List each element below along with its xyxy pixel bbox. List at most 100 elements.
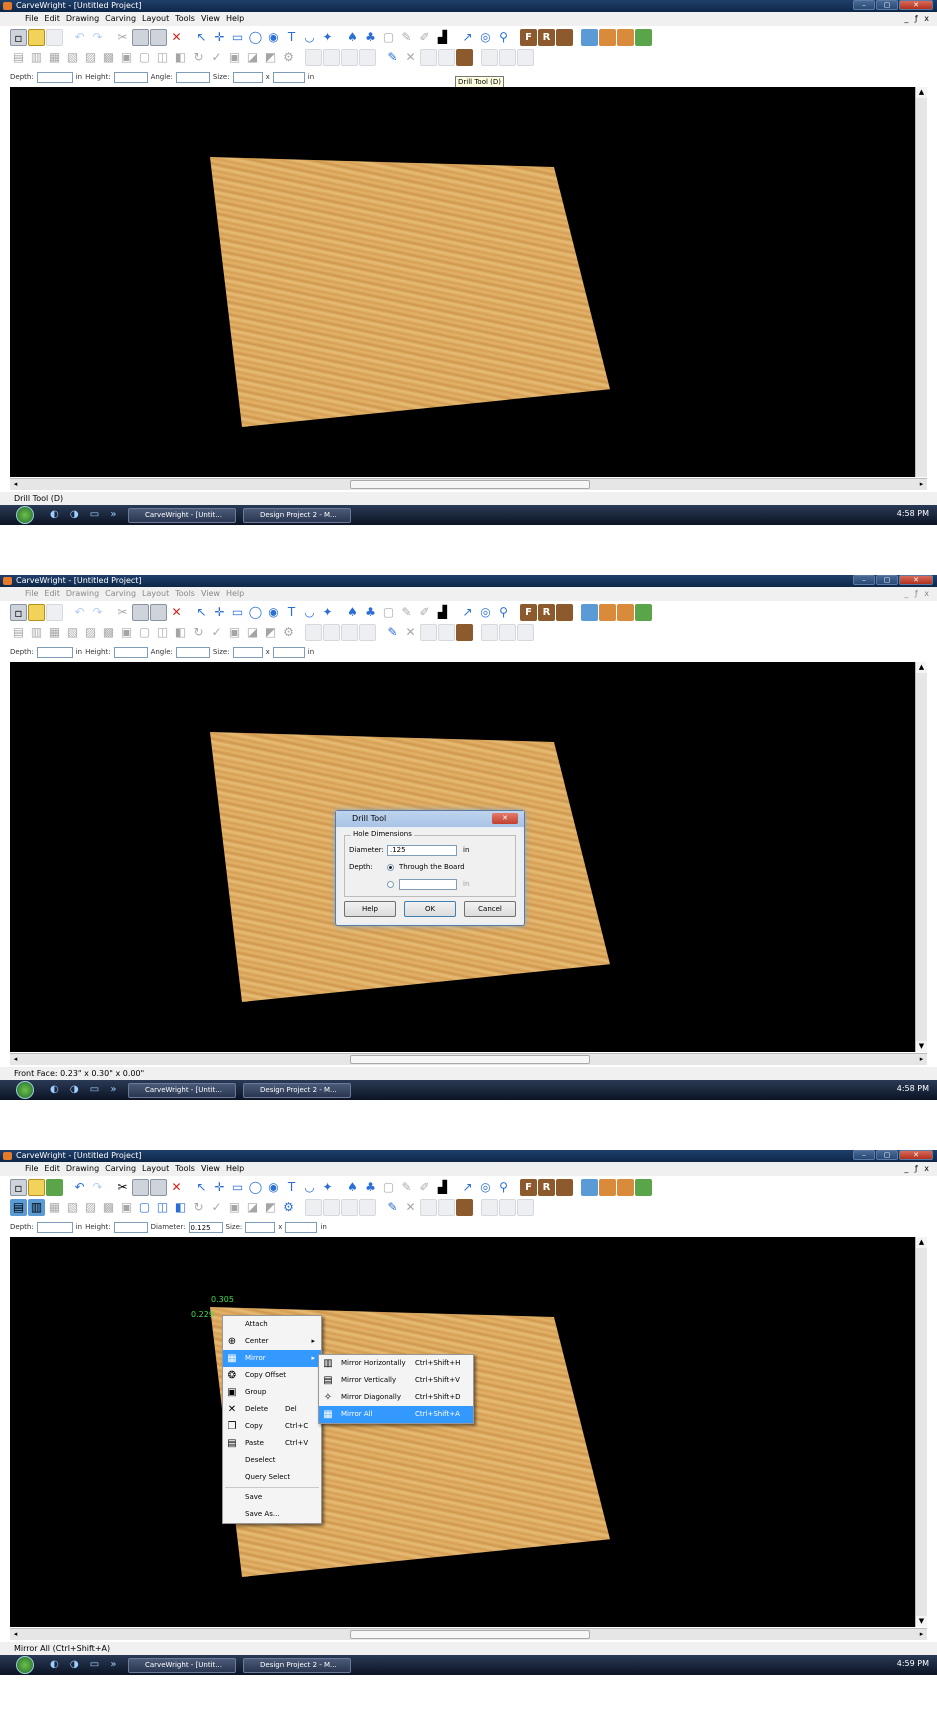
menu-item-delete[interactable]: ✕ Delete Del (223, 1401, 321, 1418)
rotate-icon[interactable]: ↻ (190, 49, 207, 66)
align-center-icon[interactable]: ▦ (46, 624, 63, 641)
copy-icon[interactable] (132, 1178, 149, 1196)
crosshair-icon[interactable]: ✛ (211, 1179, 228, 1196)
diameter-input[interactable]: 0.125 (188, 1221, 223, 1233)
line-icon[interactable]: ▢ (380, 604, 397, 621)
zoom-icon[interactable]: ◎ (477, 604, 494, 621)
circle-icon[interactable]: ◯ (247, 1179, 264, 1196)
menu-item-mirror[interactable]: ▦ Mirror ▸ (223, 1350, 321, 1367)
bit-icon-3[interactable] (456, 623, 473, 641)
pocket-icon[interactable]: ▣ (226, 624, 243, 641)
menu-file[interactable]: File (22, 587, 41, 601)
carve-icon-2[interactable] (323, 623, 340, 641)
relief-icon[interactable]: ◪ (244, 624, 261, 641)
size-width-input[interactable] (245, 1221, 276, 1233)
size-height-input[interactable] (272, 646, 305, 658)
photo-icon[interactable] (635, 603, 652, 621)
task-carvewright[interactable]: CarveWright - [Untit... (128, 1083, 236, 1098)
rotate-icon[interactable]: ↻ (190, 624, 207, 641)
open-icon[interactable] (28, 1178, 45, 1196)
carve-icon-2[interactable] (323, 48, 340, 66)
curve-icon[interactable]: ◉ (265, 1179, 282, 1196)
route-icon-3[interactable] (517, 623, 534, 641)
mdi-controls[interactable]: _ ƒ x (904, 1162, 931, 1176)
custom-depth-radio[interactable] (387, 881, 394, 888)
align-bottom-icon[interactable]: ▩ (100, 49, 117, 66)
project-icon[interactable]: ◩ (262, 49, 279, 66)
scroll-down-arrow[interactable]: ▼ (916, 1616, 927, 1627)
mirror-icon[interactable]: ◧ (172, 49, 189, 66)
project-icon[interactable]: ◩ (262, 1199, 279, 1216)
relief-icon[interactable]: ◪ (244, 1199, 261, 1216)
restore-button[interactable]: ▢ (876, 0, 898, 10)
scroll-down-arrow[interactable]: ▼ (916, 1041, 927, 1052)
quick-launch[interactable]: ◐ ◑ ▭ » (50, 1659, 121, 1670)
delete-icon[interactable]: ✕ (168, 604, 185, 621)
menu-item-deselect[interactable]: Deselect (223, 1452, 321, 1469)
search-icon[interactable]: ⚲ (495, 29, 512, 46)
undo-icon[interactable]: ↶ (71, 604, 88, 621)
menu-help[interactable]: Help (223, 587, 247, 601)
minimize-button[interactable]: – (853, 0, 875, 10)
ok-button[interactable]: OK (404, 901, 456, 917)
cut-line-icon[interactable]: ✕ (402, 49, 419, 66)
copy-icon[interactable] (132, 28, 149, 46)
task-design-project[interactable]: Design Project 2 - M... (243, 1083, 351, 1098)
menu-carving[interactable]: Carving (102, 1162, 139, 1176)
depth-input[interactable] (36, 646, 73, 658)
align-top-icon[interactable]: ▨ (82, 1199, 99, 1216)
texture-icon[interactable] (581, 28, 598, 46)
carve-icon-3[interactable] (341, 48, 358, 66)
save-icon[interactable] (46, 1178, 63, 1196)
project-icon[interactable]: ◩ (262, 624, 279, 641)
tiles-icon[interactable] (617, 28, 634, 46)
3d-viewport[interactable]: 0.305 0.229 Attach ⊕ Center ▸ ▦ Mirror ▸ ❂ Copy … (10, 1237, 927, 1627)
crosshair-icon[interactable]: ✛ (211, 604, 228, 621)
arrow-icon[interactable]: ↗ (459, 1179, 476, 1196)
search-icon[interactable]: ⚲ (495, 604, 512, 621)
patterns-icon[interactable]: ♠ (344, 29, 361, 46)
distribute-icon[interactable]: ▣ (118, 1199, 135, 1216)
texture-icon[interactable] (581, 1178, 598, 1196)
menu-tools[interactable]: Tools (172, 1162, 198, 1176)
scroll-left-arrow[interactable]: ◂ (10, 479, 21, 490)
rear-face-icon[interactable]: R (538, 1178, 555, 1196)
carve-icon-2[interactable] (323, 1198, 340, 1216)
align-top-icon[interactable]: ▨ (82, 624, 99, 641)
mirror-icon[interactable]: ◧ (172, 624, 189, 641)
height-input[interactable] (113, 646, 148, 658)
menu-tools[interactable]: Tools (172, 12, 198, 26)
task-design-project[interactable]: Design Project 2 - M... (243, 1658, 351, 1673)
text-icon[interactable]: T (283, 604, 300, 621)
menu-item-copy-offset[interactable]: ❂ Copy Offset (223, 1367, 321, 1384)
level-icon[interactable]: ▟ (434, 1179, 451, 1196)
carve-icon-1[interactable] (305, 48, 322, 66)
menu-edit[interactable]: Edit (41, 12, 63, 26)
menu-drawing[interactable]: Drawing (63, 12, 102, 26)
menu-carving[interactable]: Carving (102, 12, 139, 26)
route-icon-1[interactable] (481, 623, 498, 641)
menu-layout[interactable]: Layout (139, 1162, 172, 1176)
carve-icon-1[interactable] (305, 1198, 322, 1216)
pin-icon[interactable]: ✓ (208, 624, 225, 641)
bit-icon-3[interactable] (456, 1198, 473, 1216)
vertical-scrollbar[interactable]: ▲ (915, 87, 927, 477)
bit-icon-1[interactable] (420, 1198, 437, 1216)
align-left-icon[interactable]: ▥ (28, 1198, 45, 1216)
mdi-controls[interactable]: _ ƒ x (904, 12, 931, 26)
distribute-icon[interactable]: ▣ (118, 624, 135, 641)
size-width-input[interactable] (232, 71, 263, 83)
scroll-left-arrow[interactable]: ◂ (10, 1629, 21, 1640)
pick-icon[interactable]: ✦ (319, 1179, 336, 1196)
menu-item-mirror-all[interactable]: ▦ Mirror All Ctrl+Shift+A (319, 1406, 473, 1423)
mirror-icon[interactable]: ◧ (172, 1199, 189, 1216)
layers-icon[interactable]: ♣ (362, 1179, 379, 1196)
menu-view[interactable]: View (198, 587, 223, 601)
minimize-button[interactable]: – (853, 1150, 875, 1160)
zoom-icon[interactable]: ◎ (477, 1179, 494, 1196)
menu-item-mirror-vertically[interactable]: ▤ Mirror Vertically Ctrl+Shift+V (319, 1372, 473, 1389)
tiles-icon[interactable] (617, 603, 634, 621)
scroll-right-arrow[interactable]: ▸ (916, 1054, 927, 1065)
open-icon[interactable] (28, 28, 45, 46)
layers-icon[interactable]: ♣ (362, 29, 379, 46)
